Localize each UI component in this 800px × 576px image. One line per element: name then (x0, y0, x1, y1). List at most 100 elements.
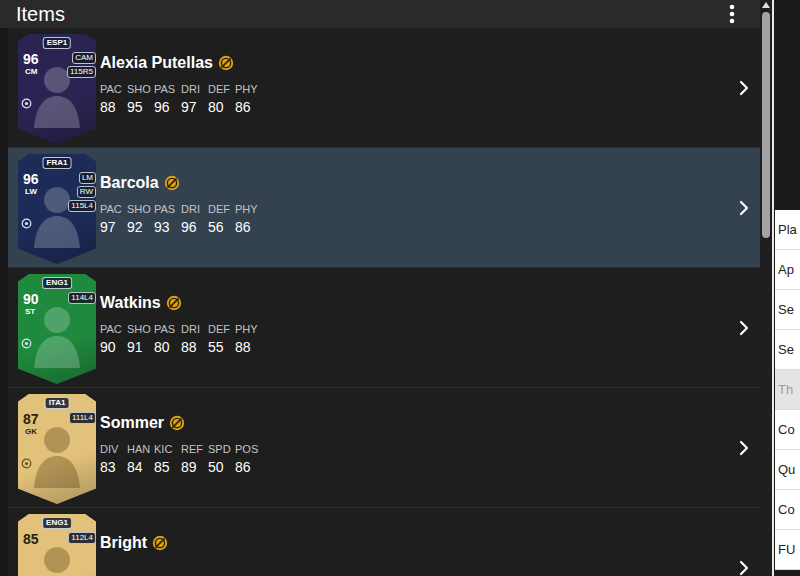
stat-label: DRI (181, 322, 208, 336)
stat-label: SPD (208, 442, 235, 456)
item-row[interactable]: ENG185 112L4 Bright (8, 508, 760, 576)
item-row[interactable]: FRA196LWLMRW115L4BarcolaPAC97SHO92PAS93D… (8, 148, 760, 268)
stat-label: PAC (100, 322, 127, 336)
card-position: LW (25, 187, 37, 197)
alt-positions: 111L4 (69, 412, 96, 424)
item-info: WatkinsPAC90SHO91PAS80DRI88DEF55PHY88 (100, 268, 262, 356)
item-info: Bright (100, 508, 168, 554)
menu-item[interactable]: Co (775, 490, 800, 530)
side-area: PlaApSeSeThCoQuCoFU (774, 0, 800, 576)
stat-value: 97 (181, 98, 208, 116)
alt-position: CAM (72, 52, 96, 64)
card-rating: 96 (23, 171, 39, 187)
stat-value: 96 (154, 98, 181, 116)
evolution-icon (21, 218, 32, 229)
stat-label: SHO (127, 322, 154, 336)
item-row[interactable]: ESP196CMCAM115R5Alexia PutellasPAC88SHO9… (8, 28, 760, 148)
card-rating: 87 (23, 411, 39, 427)
menu-item-label: Co (778, 500, 795, 520)
chevron-right-icon (738, 80, 750, 96)
stat-label: DRI (181, 202, 208, 216)
chevron-right-icon (738, 560, 750, 576)
stat-grid: DIV83HAN84KIC85REF89SPD50POS86 (100, 442, 262, 476)
menu-item[interactable]: FU (775, 530, 800, 570)
item-info: Alexia PutellasPAC88SHO95PAS96DRI97DEF80… (100, 28, 262, 116)
stat-label: DEF (208, 202, 235, 216)
menu-item-label: Co (778, 420, 795, 440)
stat-value: 86 (235, 458, 262, 476)
league-badge: ENG1 (42, 517, 72, 529)
menu-item-label: FU (778, 540, 795, 560)
stat-label: PHY (235, 322, 262, 336)
context-menu: PlaApSeSeThCoQuCoFU (775, 210, 800, 570)
menu-item[interactable]: Pla (775, 210, 800, 250)
league-badge: ENG1 (42, 277, 72, 289)
stat-label: PHY (235, 82, 262, 96)
alt-positions: LMRW115L4 (68, 172, 96, 212)
stat-value: 93 (154, 218, 181, 236)
stat-label: PAS (154, 202, 181, 216)
player-card: ENG185 112L4 (18, 514, 96, 576)
scrollbar[interactable] (760, 0, 772, 576)
stat-value: 80 (154, 338, 181, 356)
stat-value: 85 (154, 458, 181, 476)
menu-item[interactable]: Se (775, 290, 800, 330)
player-card: ITA187GK111L4 (18, 394, 96, 504)
panel-header: Items (0, 0, 760, 28)
chevron-right-icon (738, 440, 750, 456)
untradeable-icon (166, 295, 182, 311)
player-card: FRA196LWLMRW115L4 (18, 154, 96, 264)
evolution-icon (21, 338, 32, 349)
menu-item[interactable]: Co (775, 410, 800, 450)
item-row[interactable]: ENG190ST114L4WatkinsPAC90SHO91PAS80DRI88… (8, 268, 760, 388)
card-rating: 85 (23, 531, 39, 547)
evolution-icon (21, 98, 32, 109)
name-line: Bright (100, 532, 168, 554)
card-position: ST (25, 307, 35, 317)
scroll-thumb[interactable] (762, 12, 770, 238)
untradeable-icon (152, 535, 168, 551)
menu-item[interactable]: Ap (775, 250, 800, 290)
player-name: Alexia Putellas (100, 52, 213, 74)
alt-positions: 112L4 (68, 532, 96, 544)
stat-value: 86 (235, 218, 262, 236)
stat-value: 91 (127, 338, 154, 356)
stat-value: 55 (208, 338, 235, 356)
stat-value: 80 (208, 98, 235, 116)
skill-badge: 115L4 (68, 200, 96, 212)
name-line: Sommer (100, 412, 262, 434)
alt-positions: 114L4 (68, 292, 96, 304)
menu-item-label: Se (778, 340, 794, 360)
stat-label: PAC (100, 202, 127, 216)
untradeable-icon (169, 415, 185, 431)
item-row[interactable]: ITA187GK111L4SommerDIV83HAN84KIC85REF89S… (8, 388, 760, 508)
stat-label: PAC (100, 82, 127, 96)
menu-item[interactable]: Se (775, 330, 800, 370)
alt-position: RW (77, 186, 96, 198)
card-rating: 90 (23, 291, 39, 307)
stat-value: 83 (100, 458, 127, 476)
stat-value: 96 (181, 218, 208, 236)
item-list: ESP196CMCAM115R5Alexia PutellasPAC88SHO9… (0, 28, 760, 576)
card-position: CM (25, 67, 37, 77)
stat-value: 89 (181, 458, 208, 476)
stat-grid: PAC88SHO95PAS96DRI97DEF80PHY86 (100, 82, 262, 116)
menu-item[interactable]: Qu (775, 450, 800, 490)
skill-badge: 111L4 (69, 412, 96, 424)
menu-item-label: Th (778, 380, 793, 400)
more-button[interactable] (722, 0, 742, 28)
stat-value: 84 (127, 458, 154, 476)
stat-value: 88 (235, 338, 262, 356)
player-name: Sommer (100, 412, 164, 434)
item-info: BarcolaPAC97SHO92PAS93DRI96DEF56PHY86 (100, 148, 262, 236)
stat-value: 90 (100, 338, 127, 356)
card-rating: 96 (23, 51, 39, 67)
kebab-icon (729, 3, 735, 25)
menu-item-label: Qu (778, 460, 795, 480)
stat-label: PAS (154, 322, 181, 336)
stat-label: KIC (154, 442, 181, 456)
name-line: Alexia Putellas (100, 52, 262, 74)
stat-grid: PAC97SHO92PAS93DRI96DEF56PHY86 (100, 202, 262, 236)
stat-label: PAS (154, 82, 181, 96)
league-badge: ITA1 (45, 397, 70, 409)
